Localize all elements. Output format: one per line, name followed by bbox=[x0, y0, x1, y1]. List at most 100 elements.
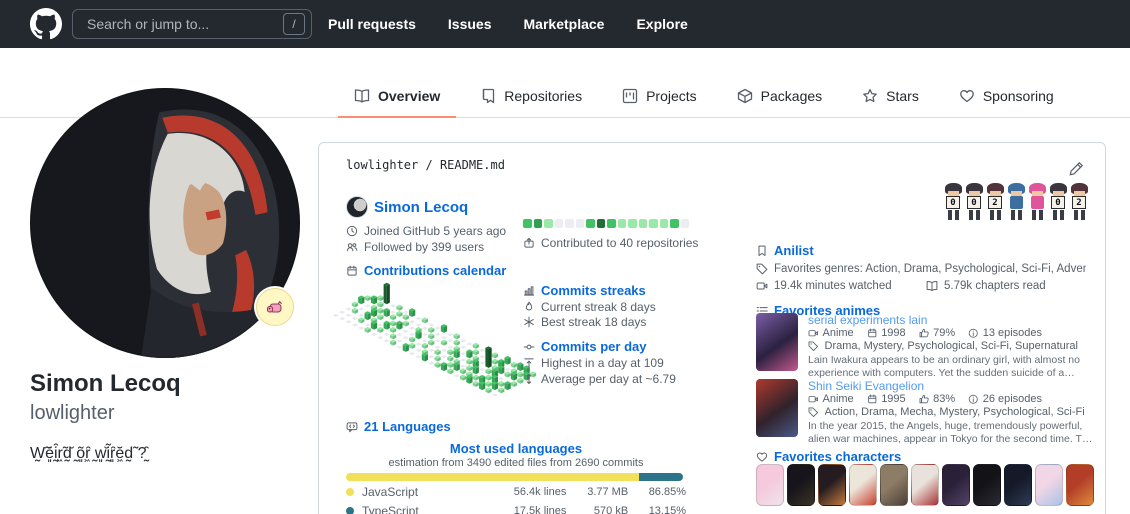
commits-per-day-header: Commits per day bbox=[523, 339, 646, 354]
commits-per-day-link[interactable]: Commits per day bbox=[541, 339, 646, 354]
contribution-square bbox=[681, 219, 690, 228]
star-icon bbox=[862, 88, 878, 104]
highest-day-row: Highest in a day at 109 bbox=[523, 356, 664, 370]
contributed-row: Contributed to 40 repositories bbox=[523, 236, 698, 250]
anime-entry: Shin Seiki EvangelionAnime199583%26 epis… bbox=[756, 379, 1102, 446]
nav-link-pull-requests[interactable]: Pull requests bbox=[328, 16, 416, 32]
tab-label: Packages bbox=[761, 88, 822, 104]
language-size: 570 kB bbox=[566, 505, 628, 514]
anime-cover-image bbox=[756, 313, 798, 371]
sprite-legs bbox=[948, 210, 959, 220]
breadcrumb-file[interactable]: README.md bbox=[440, 158, 505, 172]
contribution-square bbox=[565, 219, 574, 228]
commits-streaks-header: Commits streaks bbox=[523, 283, 646, 298]
info-icon bbox=[968, 328, 979, 339]
contribution-square bbox=[628, 219, 637, 228]
character-avatar bbox=[1066, 464, 1094, 506]
languages-link[interactable]: 21 Languages bbox=[364, 419, 451, 434]
character-avatar bbox=[818, 464, 846, 506]
language-percent: 13.15% bbox=[628, 505, 686, 514]
sprite-number-sign: 0 bbox=[967, 196, 981, 209]
sprite-legs bbox=[990, 210, 1001, 220]
edit-readme-pencil-icon[interactable] bbox=[1069, 161, 1084, 181]
character-avatar bbox=[911, 464, 939, 506]
sprite-legs bbox=[1032, 210, 1043, 220]
contribution-square bbox=[670, 219, 679, 228]
open-book-icon bbox=[926, 280, 938, 292]
tag-icon bbox=[756, 263, 768, 275]
video-icon-item: Anime bbox=[808, 393, 854, 405]
readme-user-link[interactable]: Simon Lecoq bbox=[374, 199, 468, 216]
status-emoji-badge[interactable] bbox=[256, 288, 294, 326]
commits-streaks-link[interactable]: Commits streaks bbox=[541, 283, 646, 298]
pixel-character-sprite bbox=[1007, 183, 1026, 220]
sprite-number-sign: 0 bbox=[1051, 196, 1065, 209]
tab-label: Repositories bbox=[504, 88, 582, 104]
joined-row: Joined GitHub 5 years ago bbox=[346, 224, 506, 238]
anime-episodes: 26 episodes bbox=[983, 393, 1042, 405]
pink-creature-icon bbox=[265, 297, 285, 317]
tab-label: Overview bbox=[378, 88, 440, 104]
pixel-characters-row: 00202 bbox=[944, 183, 1089, 220]
anime-title[interactable]: serial experiments lain bbox=[808, 313, 1098, 327]
thumb-icon bbox=[919, 394, 930, 405]
contribution-square bbox=[586, 219, 595, 228]
primary-nav: Pull requests Issues Marketplace Explore bbox=[328, 0, 688, 48]
contribution-square bbox=[523, 219, 532, 228]
tab-sponsoring[interactable]: Sponsoring bbox=[943, 76, 1070, 118]
sprite-number-sign: 0 bbox=[946, 196, 960, 209]
character-avatar bbox=[756, 464, 784, 506]
profile-username: lowlighter bbox=[30, 402, 114, 425]
tab-packages[interactable]: Packages bbox=[721, 76, 838, 118]
anime-year: 1995 bbox=[881, 393, 905, 405]
anime-description: In the year 2015, the Angels, huge, trem… bbox=[808, 420, 1098, 446]
tab-stars[interactable]: Stars bbox=[846, 76, 935, 118]
favorites-characters-link[interactable]: Favorites characters bbox=[774, 449, 901, 464]
tab-overview[interactable]: Overview bbox=[338, 76, 456, 118]
nav-link-explore[interactable]: Explore bbox=[636, 16, 687, 32]
nav-link-marketplace[interactable]: Marketplace bbox=[524, 16, 605, 32]
info-icon bbox=[968, 394, 979, 405]
contribution-square bbox=[639, 219, 648, 228]
character-avatar bbox=[1035, 464, 1063, 506]
language-row: JavaScript56.4k lines3.77 MB86.85% bbox=[346, 485, 686, 499]
profile-tabs: Overview Repositories Projects Packages Star… bbox=[338, 76, 1070, 118]
language-bar-segment bbox=[346, 473, 639, 481]
languages-rows: JavaScript56.4k lines3.77 MB86.85%TypeSc… bbox=[346, 485, 686, 514]
search-input[interactable] bbox=[85, 15, 283, 33]
repo-push-icon bbox=[523, 237, 535, 249]
anilist-link[interactable]: Anilist bbox=[774, 243, 814, 258]
profile-bio: W̰̃ĕ͈ḭ̑r͖̃d̰̆ ̰õ͈ȓ͖ ̰w͈̆ḭ̃ȓ͈ĕ͖d̰̃… bbox=[30, 444, 300, 464]
github-logo-icon[interactable] bbox=[30, 8, 62, 40]
contribution-square bbox=[660, 219, 669, 228]
clock-icon bbox=[346, 225, 358, 237]
search-box[interactable]: / bbox=[72, 9, 312, 39]
pixel-character-sprite: 0 bbox=[965, 183, 984, 220]
character-avatar bbox=[787, 464, 815, 506]
tab-projects[interactable]: Projects bbox=[606, 76, 713, 118]
tab-repositories[interactable]: Repositories bbox=[464, 76, 598, 118]
contribution-square bbox=[544, 219, 553, 228]
language-color-dot bbox=[346, 507, 354, 514]
top-navbar: / Pull requests Issues Marketplace Explore bbox=[0, 0, 1130, 48]
nav-link-issues[interactable]: Issues bbox=[448, 16, 492, 32]
calendar-icon bbox=[867, 328, 878, 339]
anime-score: 79% bbox=[933, 327, 955, 339]
pixel-character-sprite: 0 bbox=[1049, 183, 1068, 220]
profile-name: Simon Lecoq bbox=[30, 370, 181, 398]
language-lines: 56.4k lines bbox=[472, 486, 567, 498]
anime-cover-image bbox=[756, 379, 798, 437]
languages-estimation: estimation from 3490 edited files from 2… bbox=[346, 457, 686, 469]
anime-title[interactable]: Shin Seiki Evangelion bbox=[808, 379, 1098, 393]
anime-genres-row: Drama, Mystery, Psychological, Sci-Fi, S… bbox=[808, 340, 1098, 352]
heart-icon bbox=[959, 88, 975, 104]
heart-icon bbox=[756, 451, 768, 463]
comment-code-icon bbox=[346, 421, 358, 433]
slash-key-hint: / bbox=[283, 13, 305, 35]
favorites-characters-header: Favorites characters bbox=[756, 449, 901, 464]
contribution-square bbox=[607, 219, 616, 228]
video-camera-icon bbox=[756, 280, 768, 292]
character-avatar bbox=[1004, 464, 1032, 506]
contribution-square bbox=[597, 219, 606, 228]
calendar-icon bbox=[867, 394, 878, 405]
